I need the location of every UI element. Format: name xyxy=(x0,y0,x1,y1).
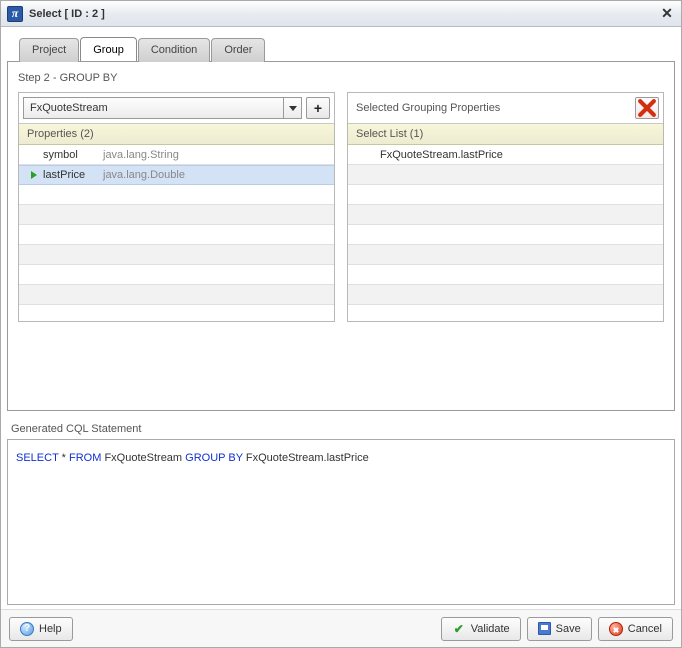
check-icon xyxy=(452,622,466,636)
tab-condition[interactable]: Condition xyxy=(138,38,210,62)
save-label: Save xyxy=(556,623,581,635)
cql-text: FxQuoteStream xyxy=(104,452,182,464)
selected-grid: FxQuoteStream.lastPrice xyxy=(348,145,663,305)
cancel-icon xyxy=(609,622,623,636)
empty-row xyxy=(19,225,334,245)
dialog-title: Select [ ID : 2 ] xyxy=(29,8,659,20)
cancel-label: Cancel xyxy=(628,623,662,635)
delete-x-icon xyxy=(636,97,658,119)
empty-row xyxy=(348,205,663,225)
property-row[interactable]: symbol java.lang.String xyxy=(19,145,334,165)
row-arrow-icon xyxy=(25,171,43,179)
empty-row xyxy=(348,265,663,285)
tab-project[interactable]: Project xyxy=(19,38,79,62)
dropdown-arrow-icon xyxy=(283,98,301,118)
tab-group[interactable]: Group xyxy=(80,37,137,61)
selected-item-text: FxQuoteStream.lastPrice xyxy=(354,149,503,161)
group-tab-panel: Step 2 - GROUP BY FxQuoteStream + Proper… xyxy=(7,61,675,411)
empty-row xyxy=(348,185,663,205)
empty-row xyxy=(19,205,334,225)
source-dropdown[interactable]: FxQuoteStream xyxy=(23,97,302,119)
tab-bar: Project Group Condition Order xyxy=(19,37,675,61)
title-bar: π Select [ ID : 2 ] ✕ xyxy=(1,1,681,27)
cql-keyword: SELECT xyxy=(16,452,59,464)
delete-button[interactable] xyxy=(635,97,659,119)
properties-subheader: Properties (2) xyxy=(19,124,334,145)
properties-grid: symbol java.lang.String lastPrice java.l… xyxy=(19,145,334,305)
app-pi-icon: π xyxy=(7,6,23,22)
selected-title: Selected Grouping Properties xyxy=(352,97,631,119)
selected-header: Selected Grouping Properties xyxy=(348,93,663,124)
selected-properties-panel: Selected Grouping Properties Select List… xyxy=(347,92,664,322)
available-properties-panel: FxQuoteStream + Properties (2) symbol ja… xyxy=(18,92,335,322)
select-list-subheader: Select List (1) xyxy=(348,124,663,145)
property-name: lastPrice xyxy=(43,169,103,181)
cql-text: * xyxy=(62,452,66,464)
validate-button[interactable]: Validate xyxy=(441,617,521,641)
available-header: FxQuoteStream + xyxy=(19,93,334,124)
step-label: Step 2 - GROUP BY xyxy=(18,72,664,84)
save-button[interactable]: Save xyxy=(527,617,592,641)
generated-cql-textarea[interactable]: SELECT * FROM FxQuoteStream GROUP BY FxQ… xyxy=(7,439,675,605)
cancel-button[interactable]: Cancel xyxy=(598,617,673,641)
empty-row xyxy=(348,225,663,245)
generated-cql-label: Generated CQL Statement xyxy=(11,423,671,435)
property-type: java.lang.Double xyxy=(103,169,185,181)
select-dialog: π Select [ ID : 2 ] ✕ Project Group Cond… xyxy=(0,0,682,648)
property-type: java.lang.String xyxy=(103,149,179,161)
cql-text: FxQuoteStream.lastPrice xyxy=(246,452,369,464)
tab-order[interactable]: Order xyxy=(211,38,265,62)
cql-keyword: GROUP BY xyxy=(185,452,243,464)
dialog-footer: ? Help Validate Save Cancel xyxy=(1,609,681,647)
validate-label: Validate xyxy=(471,623,510,635)
dialog-body: Project Group Condition Order Step 2 - G… xyxy=(1,27,681,609)
close-icon[interactable]: ✕ xyxy=(659,6,675,22)
empty-row xyxy=(19,265,334,285)
property-row[interactable]: lastPrice java.lang.Double xyxy=(19,165,334,185)
add-button[interactable]: + xyxy=(306,97,330,119)
source-dropdown-value: FxQuoteStream xyxy=(30,102,108,114)
selected-item-row[interactable]: FxQuoteStream.lastPrice xyxy=(348,145,663,165)
group-columns: FxQuoteStream + Properties (2) symbol ja… xyxy=(18,92,664,322)
property-name: symbol xyxy=(43,149,103,161)
empty-row xyxy=(19,245,334,265)
help-button[interactable]: ? Help xyxy=(9,617,73,641)
empty-row xyxy=(348,245,663,265)
help-label: Help xyxy=(39,623,62,635)
empty-row xyxy=(348,165,663,185)
cql-keyword: FROM xyxy=(69,452,101,464)
help-icon: ? xyxy=(20,622,34,636)
save-icon xyxy=(538,622,551,635)
empty-row xyxy=(19,185,334,205)
empty-row xyxy=(348,285,663,305)
empty-row xyxy=(19,285,334,305)
